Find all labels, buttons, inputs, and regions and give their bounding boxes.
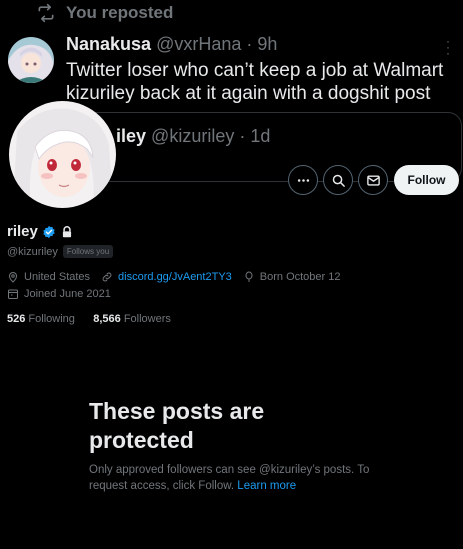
link-icon xyxy=(102,272,112,282)
following-label: Following xyxy=(28,313,75,325)
repost-label: You reposted xyxy=(66,3,174,22)
repost-header: You reposted xyxy=(36,3,173,23)
quoted-tweet-header: iley @kizuriley · 1d xyxy=(116,126,270,147)
location-item: United States xyxy=(7,271,90,283)
quoted-author-handle: @kizuriley xyxy=(151,126,235,146)
followers-label: Followers xyxy=(123,313,171,325)
tweet-author-handle[interactable]: @vxrHana xyxy=(156,34,241,54)
more-options-button[interactable] xyxy=(288,165,318,195)
joined-item: Joined June 2021 xyxy=(7,288,111,300)
profile-stats: 526 Following 8,566 Followers xyxy=(7,313,171,325)
follows-you-badge: Follows you xyxy=(62,245,114,258)
tweet-author-avatar[interactable] xyxy=(8,37,54,83)
balloon-icon xyxy=(245,271,253,282)
profile-handle: @kizuriley xyxy=(7,245,58,258)
quoted-time: 1d xyxy=(250,126,271,146)
message-button[interactable] xyxy=(358,165,388,195)
location-text: United States xyxy=(24,271,91,283)
profile-display-name: riley xyxy=(7,223,38,240)
tweet-text: Twitter loser who can’t keep a job at Wa… xyxy=(66,60,444,104)
quoted-author-name: iley xyxy=(116,126,147,146)
learn-more-link[interactable]: Learn more xyxy=(237,480,296,492)
profile-meta-row: United States discord.gg/JvAent2TY3 Born… xyxy=(7,271,352,283)
website-item: discord.gg/JvAent2TY3 xyxy=(101,271,232,283)
more-horizontal-icon xyxy=(297,178,309,182)
birthday-item: Born October 12 xyxy=(243,271,341,283)
search-button[interactable] xyxy=(323,165,353,195)
tweet-separator: · xyxy=(246,34,253,54)
tweet-author-name[interactable]: Nanakusa xyxy=(66,34,151,54)
followers-stat[interactable]: 8,566 Followers xyxy=(93,313,171,325)
quoted-separator: · xyxy=(239,126,246,146)
following-stat[interactable]: 526 Following xyxy=(7,313,75,325)
website-link[interactable]: discord.gg/JvAent2TY3 xyxy=(118,271,232,283)
tweet-header: Nanakusa @vxrHana · 9h xyxy=(66,34,277,55)
calendar-icon xyxy=(8,289,18,299)
follow-button[interactable]: Follow xyxy=(394,165,459,195)
mail-icon xyxy=(366,174,380,186)
profile-name-row: riley xyxy=(7,223,74,240)
profile-avatar[interactable] xyxy=(9,101,116,208)
followers-count: 8,566 xyxy=(93,313,121,325)
birthday-text: Born October 12 xyxy=(259,271,341,283)
joined-text: Joined June 2021 xyxy=(24,288,111,300)
following-count: 526 xyxy=(7,313,26,325)
joined-row: Joined June 2021 xyxy=(7,288,122,300)
protected-desc-text: Only approved followers can see @kizuril… xyxy=(89,464,370,492)
tweet-more-icon[interactable]: · · · xyxy=(443,35,453,59)
lock-icon xyxy=(62,225,71,237)
profile-handle-row: @kizuriley Follows you xyxy=(7,245,114,258)
verified-badge-icon[interactable] xyxy=(42,225,56,239)
tweet-time[interactable]: 9h xyxy=(257,34,277,54)
protected-description: Only approved followers can see @kizuril… xyxy=(89,462,409,494)
repost-icon xyxy=(38,3,54,23)
protected-title: These posts are protected xyxy=(89,398,265,453)
location-pin-icon xyxy=(8,272,18,283)
search-icon xyxy=(332,174,345,187)
